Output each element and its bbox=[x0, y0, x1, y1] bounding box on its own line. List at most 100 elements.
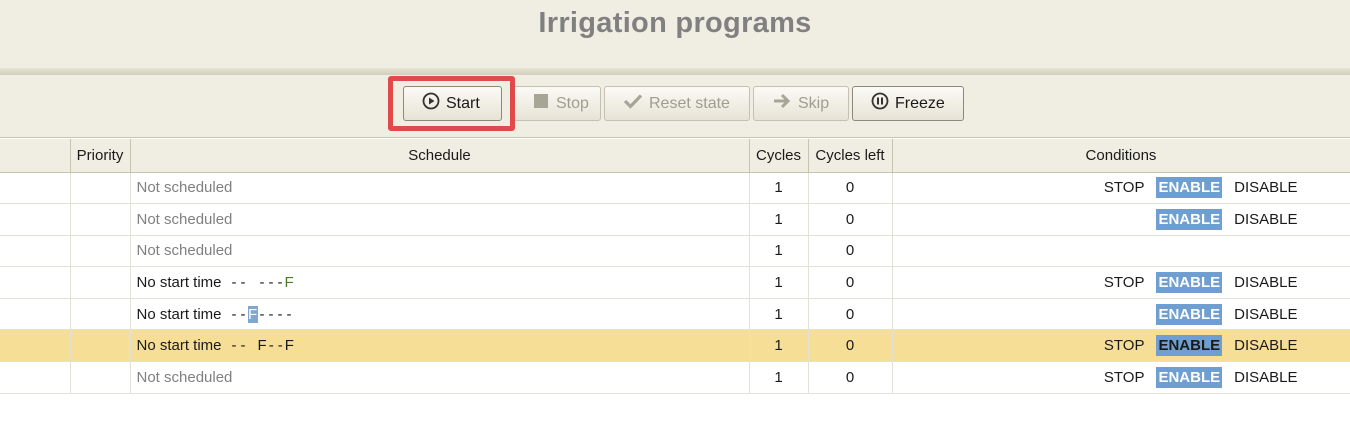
cell-conditions bbox=[892, 235, 1350, 268]
cell-cycles-left: 0 bbox=[808, 329, 893, 363]
cell-cycles: 1 bbox=[749, 266, 809, 299]
cell-schedule: Not scheduled bbox=[130, 235, 750, 268]
checkmark-icon bbox=[623, 92, 643, 115]
schedule-text: Not scheduled bbox=[136, 210, 233, 228]
cell-name bbox=[0, 361, 71, 394]
cell-name bbox=[0, 329, 71, 363]
cell-priority bbox=[70, 266, 131, 299]
column-header-priority[interactable]: Priority bbox=[70, 139, 131, 173]
schedule-day: F bbox=[257, 337, 267, 355]
schedule-day: F bbox=[284, 337, 294, 355]
page-header: Irrigation programs bbox=[0, 0, 1350, 68]
schedule-day: - bbox=[231, 337, 237, 355]
arrow-right-icon bbox=[772, 92, 792, 115]
cell-cycles-left: 0 bbox=[808, 203, 893, 236]
header-separator bbox=[0, 68, 1350, 75]
condition-disable-button[interactable]: DISABLE bbox=[1234, 369, 1297, 386]
cell-name bbox=[0, 203, 71, 236]
reset-state-button[interactable]: Reset state bbox=[604, 86, 750, 121]
cell-conditions: ENABLE DISABLE bbox=[892, 203, 1350, 236]
cell-cycles-left: 0 bbox=[808, 361, 893, 394]
cell-priority bbox=[70, 329, 131, 363]
column-header-cycles[interactable]: Cycles bbox=[749, 139, 809, 173]
schedule-day: - bbox=[277, 337, 283, 355]
condition-stop-button[interactable]: STOP bbox=[1104, 369, 1145, 386]
condition-enable-button[interactable]: ENABLE bbox=[1156, 303, 1223, 325]
cell-priority bbox=[70, 203, 131, 236]
cell-cycles-left: 0 bbox=[808, 235, 893, 268]
schedule-day: - bbox=[231, 305, 237, 323]
schedule-day: - bbox=[286, 305, 292, 323]
cell-priority bbox=[70, 361, 131, 394]
pause-circle-icon bbox=[871, 92, 889, 115]
condition-enable-button[interactable]: ENABLE bbox=[1156, 272, 1223, 294]
cell-name bbox=[0, 298, 71, 331]
cell-cycles: 1 bbox=[749, 298, 809, 331]
condition-enable-button[interactable]: ENABLE bbox=[1156, 366, 1223, 388]
table-row[interactable]: No start time - - F - - F 1 0 STOP ENABLE DISABLE bbox=[0, 329, 1350, 363]
condition-enable-button[interactable]: ENABLE bbox=[1156, 335, 1223, 357]
column-header-schedule[interactable]: Schedule bbox=[130, 139, 750, 173]
column-header-conditions[interactable]: Conditions bbox=[892, 139, 1350, 173]
cell-schedule: No start time - - F - - F bbox=[130, 329, 750, 363]
schedule-day: - bbox=[231, 274, 237, 292]
schedule-text: Not scheduled bbox=[136, 179, 233, 197]
schedule-day: - bbox=[240, 305, 246, 323]
schedule-day: - bbox=[268, 337, 274, 355]
condition-disable-button[interactable]: DISABLE bbox=[1234, 306, 1297, 323]
table-header-row: Priority Schedule Cycles Cycles left Con… bbox=[0, 139, 1350, 173]
freeze-button[interactable]: Freeze bbox=[852, 86, 964, 121]
cell-name bbox=[0, 172, 71, 205]
schedule-day: - bbox=[259, 305, 265, 323]
cell-schedule: Not scheduled bbox=[130, 361, 750, 394]
start-button-highlight bbox=[388, 76, 515, 131]
cell-conditions: STOP ENABLE DISABLE bbox=[892, 361, 1350, 394]
cell-cycles: 1 bbox=[749, 235, 809, 268]
condition-disable-button[interactable]: DISABLE bbox=[1234, 274, 1297, 291]
stop-button[interactable]: Stop bbox=[513, 86, 601, 121]
schedule-days: -----F bbox=[230, 274, 294, 291]
schedule-day: - bbox=[277, 274, 283, 292]
condition-disable-button[interactable]: DISABLE bbox=[1234, 337, 1297, 354]
reset-state-button-label: Reset state bbox=[649, 94, 730, 112]
stop-button-label: Stop bbox=[556, 94, 589, 112]
cell-name bbox=[0, 266, 71, 299]
schedule-days: --F--F bbox=[230, 337, 294, 354]
cell-priority bbox=[70, 235, 131, 268]
cell-cycles: 1 bbox=[749, 172, 809, 205]
column-header-cycles-left[interactable]: Cycles left bbox=[808, 139, 893, 173]
condition-disable-button[interactable]: DISABLE bbox=[1234, 211, 1297, 228]
schedule-day: F bbox=[247, 305, 258, 323]
schedule-text: No start time bbox=[136, 305, 222, 323]
schedule-day: - bbox=[277, 305, 283, 323]
cell-priority bbox=[70, 298, 131, 331]
condition-enable-button[interactable]: ENABLE bbox=[1156, 208, 1223, 230]
condition-stop-button[interactable]: STOP bbox=[1104, 274, 1145, 291]
schedule-text: No start time bbox=[136, 274, 222, 292]
schedule-days: --F---- bbox=[230, 305, 294, 323]
stop-square-icon bbox=[532, 92, 550, 115]
cell-conditions: STOP ENABLE DISABLE bbox=[892, 172, 1350, 205]
cell-schedule: No start time - - - - - F bbox=[130, 266, 750, 299]
table-row[interactable]: Not scheduled 1 0 bbox=[0, 235, 1350, 268]
column-header-name bbox=[0, 139, 71, 173]
cell-cycles: 1 bbox=[749, 203, 809, 236]
table-row[interactable]: Not scheduled 1 0 STOP ENABLE DISABLE bbox=[0, 172, 1350, 205]
schedule-day: - bbox=[240, 337, 246, 355]
condition-disable-button[interactable]: DISABLE bbox=[1234, 179, 1297, 196]
cell-cycles: 1 bbox=[749, 361, 809, 394]
cell-conditions: STOP ENABLE DISABLE bbox=[892, 266, 1350, 299]
schedule-day: - bbox=[240, 274, 246, 292]
cell-cycles-left: 0 bbox=[808, 266, 893, 299]
condition-stop-button[interactable]: STOP bbox=[1104, 337, 1145, 354]
skip-button[interactable]: Skip bbox=[753, 86, 849, 121]
condition-enable-button[interactable]: ENABLE bbox=[1156, 177, 1223, 199]
condition-stop-button[interactable]: STOP bbox=[1104, 179, 1145, 196]
schedule-day: - bbox=[268, 274, 274, 292]
table-row[interactable]: No start time - - F - - - -1 0 ENABLE DISABLE bbox=[0, 298, 1350, 331]
table-row[interactable]: Not scheduled 1 0 ENABLE DISABLE bbox=[0, 203, 1350, 236]
table-row[interactable]: No start time - - - - - F 1 0 STOP ENABLE DISABLE bbox=[0, 266, 1350, 299]
schedule-day: - bbox=[259, 274, 265, 292]
table-row[interactable]: Not scheduled 1 0 STOP ENABLE DISABLE bbox=[0, 361, 1350, 394]
cell-conditions: ENABLE DISABLE bbox=[892, 298, 1350, 331]
